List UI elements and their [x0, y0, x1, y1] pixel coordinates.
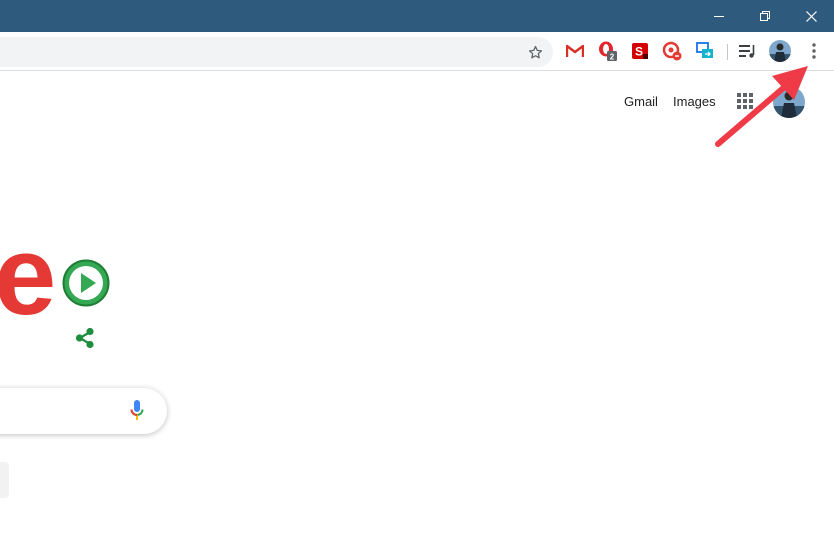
search-button-partial[interactable]	[0, 462, 9, 498]
address-bar[interactable]	[0, 37, 553, 67]
red-badge-icon	[662, 41, 682, 61]
doodle-play-button[interactable]	[62, 259, 110, 307]
star-icon[interactable]	[528, 45, 543, 60]
s-extension[interactable]: S	[630, 41, 650, 61]
search-input[interactable]	[0, 388, 167, 434]
title-bar	[0, 0, 834, 32]
gmail-extension[interactable]	[565, 41, 585, 61]
s-icon: S	[632, 43, 648, 59]
microphone-icon[interactable]	[130, 400, 144, 422]
share-icon[interactable]	[74, 327, 96, 349]
close-icon	[805, 10, 817, 22]
gmail-link[interactable]: Gmail	[624, 94, 658, 109]
minimize-button[interactable]	[696, 0, 742, 32]
doodle-letter: e	[0, 213, 57, 338]
restore-button[interactable]	[742, 0, 788, 32]
red-extension[interactable]	[662, 41, 682, 61]
opera-badge-count: 2	[610, 53, 615, 62]
annotation-arrow	[715, 66, 808, 147]
close-window-button[interactable]	[788, 0, 834, 32]
gmail-icon	[566, 44, 584, 58]
restore-icon	[760, 11, 770, 21]
s-extension-label: S	[635, 45, 643, 59]
opera-extension[interactable]: 2	[598, 41, 618, 61]
opera-icon: 2	[599, 41, 617, 62]
minimize-icon	[714, 16, 724, 17]
media-queue-icon	[739, 45, 755, 58]
three-dot-menu-icon	[812, 43, 816, 59]
